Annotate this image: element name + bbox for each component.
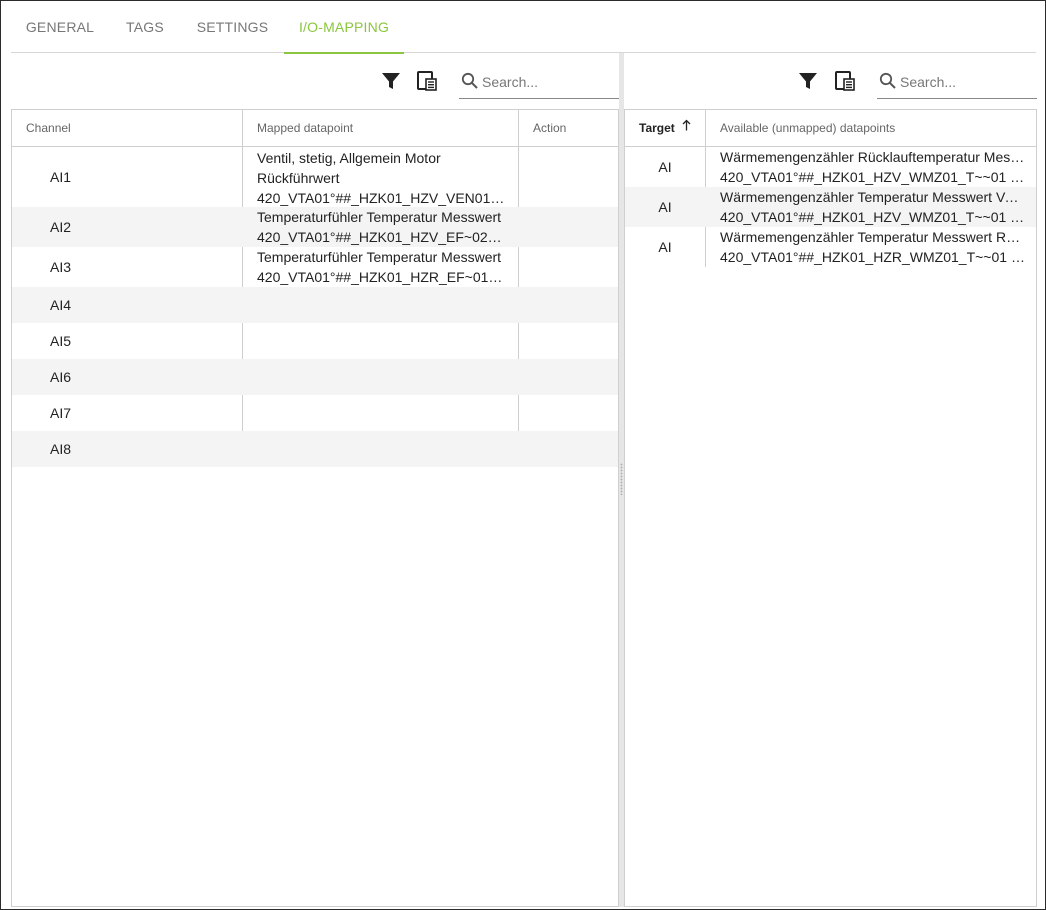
- table-row[interactable]: AI2 Temperaturfühler Temperatur Messwert…: [12, 207, 618, 247]
- grid-header: Channel Mapped datapoint Action: [12, 110, 618, 147]
- channel-name: AI1: [50, 169, 72, 185]
- table-row[interactable]: AI Wärmemengenzähler Temperatur Messwert…: [625, 227, 1036, 267]
- right-toolbar: [624, 53, 1037, 109]
- io-mapping-window: GENERAL TAGS SETTINGS I/O-MAPPING Search…: [0, 0, 1046, 910]
- column-header-available-datapoints[interactable]: Available (unmapped) datapoints: [706, 110, 1036, 147]
- filter-icon[interactable]: [380, 70, 402, 92]
- filter-icon[interactable]: [797, 70, 819, 92]
- channel-name: AI8: [50, 441, 72, 457]
- channel-name: AI2: [50, 219, 72, 235]
- tab-general[interactable]: GENERAL: [11, 2, 109, 53]
- tab-io-mapping[interactable]: I/O-MAPPING: [284, 2, 404, 54]
- datapoint-label: Ventil, stetig, Allgemein Motor: [257, 150, 441, 166]
- column-header-action[interactable]: Action: [519, 110, 618, 147]
- datapoint-label: Wärmemengenzähler Temperatur Messwert Rü…: [720, 229, 1026, 245]
- channel-name: AI6: [50, 369, 72, 385]
- mapped-channels-panel: Channel Mapped datapoint Action AI1 Vent…: [11, 53, 619, 907]
- drag-handle-icon[interactable]: [620, 463, 623, 495]
- datapoint-label: Wärmemengenzähler Rücklauftemperatur Mes…: [720, 149, 1026, 165]
- column-header-target-label: Target: [639, 121, 675, 135]
- table-row[interactable]: AI7: [12, 395, 618, 431]
- table-row[interactable]: AI5: [12, 323, 618, 359]
- table-row[interactable]: AI8: [12, 431, 618, 467]
- available-datapoints-grid: Target Available (unmapped) datapoints A…: [624, 109, 1037, 907]
- datapoint-id: 420_VTA01°##_HZK01_HZR_EF~01_T~~01 Messw…: [257, 269, 509, 285]
- table-row[interactable]: AI6: [12, 359, 618, 395]
- datapoint-id: 420_VTA01°##_HZK01_HZV_WMZ01_T~~01 Messw…: [720, 169, 1026, 185]
- table-row[interactable]: AI4: [12, 287, 618, 323]
- datapoint-label: Rückführwert: [257, 170, 340, 186]
- left-search-box: [459, 66, 619, 99]
- tab-settings[interactable]: SETTINGS: [181, 2, 284, 53]
- tab-bar: GENERAL TAGS SETTINGS I/O-MAPPING: [11, 2, 1036, 54]
- datapoint-id: 420_VTA01°##_HZK01_HZV_WMZ01_T~~01 Messw…: [720, 209, 1026, 225]
- column-chooser-icon[interactable]: [834, 70, 856, 92]
- target-type: AI: [658, 199, 672, 215]
- datapoint-label: Temperaturfühler Temperatur Messwert: [257, 209, 502, 225]
- channel-name: AI4: [50, 297, 72, 313]
- target-type: AI: [658, 239, 672, 255]
- datapoint-id: 420_VTA01°##_HZK01_HZV_VEN01_Y~~01 Rückf…: [257, 190, 509, 206]
- target-type: AI: [658, 159, 672, 175]
- column-header-target[interactable]: Target: [625, 110, 706, 147]
- available-datapoints-panel: Target Available (unmapped) datapoints A…: [624, 53, 1037, 907]
- search-icon: [879, 72, 897, 90]
- channel-name: AI7: [50, 405, 72, 421]
- table-row[interactable]: AI1 Ventil, stetig, Allgemein Motor Rück…: [12, 147, 618, 207]
- column-header-channel[interactable]: Channel: [12, 110, 243, 147]
- datapoint-id: 420_VTA01°##_HZK01_HZV_EF~02_T~~01 Messw…: [257, 229, 509, 245]
- datapoint-label: Temperaturfühler Temperatur Messwert: [257, 249, 502, 265]
- datapoint-id: 420_VTA01°##_HZK01_HZR_WMZ01_T~~01 Messw…: [720, 249, 1026, 265]
- search-icon: [461, 72, 479, 90]
- left-toolbar: [11, 53, 619, 109]
- column-header-mapped-datapoint[interactable]: Mapped datapoint: [243, 110, 519, 147]
- mapped-datapoints-grid: Channel Mapped datapoint Action AI1 Vent…: [11, 109, 619, 907]
- channel-name: AI5: [50, 333, 72, 349]
- datapoint-label: Wärmemengenzähler Temperatur Messwert Vo…: [720, 189, 1026, 205]
- channel-name: AI3: [50, 259, 72, 275]
- grid-header: Target Available (unmapped) datapoints: [625, 110, 1036, 147]
- table-row[interactable]: AI Wärmemengenzähler Rücklauftemperatur …: [625, 147, 1036, 187]
- table-row[interactable]: AI3 Temperaturfühler Temperatur Messwert…: [12, 247, 618, 287]
- sort-ascending-icon[interactable]: [682, 110, 691, 146]
- column-chooser-icon[interactable]: [416, 70, 438, 92]
- right-search-box: [877, 66, 1037, 99]
- table-row[interactable]: AI Wärmemengenzähler Temperatur Messwert…: [625, 187, 1036, 227]
- left-search-input[interactable]: [482, 71, 616, 93]
- tab-tags[interactable]: TAGS: [109, 2, 181, 53]
- right-search-input[interactable]: [900, 71, 1034, 93]
